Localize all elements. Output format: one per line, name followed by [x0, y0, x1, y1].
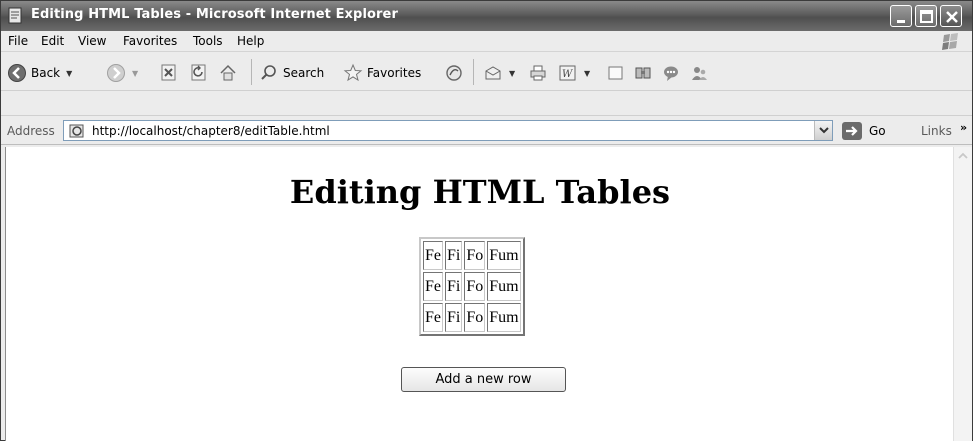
ie-page-icon [8, 7, 22, 24]
toolbar-separator [473, 59, 474, 85]
menu-favorites[interactable]: Favorites [123, 34, 177, 48]
messenger-button[interactable] [661, 62, 681, 84]
discuss-button[interactable] [606, 62, 626, 84]
table-cell: Fum [487, 272, 521, 301]
stop-icon [161, 64, 176, 81]
page-icon [69, 124, 84, 138]
back-dropdown-icon[interactable]: ▼ [66, 69, 72, 78]
table-cell: Fe [423, 241, 443, 270]
search-icon [261, 65, 276, 80]
discuss-icon [608, 66, 623, 80]
buddy-button[interactable] [689, 62, 709, 84]
table-cell: Fe [423, 272, 443, 301]
menu-tools[interactable]: Tools [193, 34, 223, 48]
favorites-button[interactable]: Favorites [343, 62, 421, 84]
forward-button[interactable]: ▼ [106, 62, 138, 84]
table-row: Fe Fi Fo Fum [423, 303, 521, 332]
go-button[interactable]: Go [841, 121, 886, 141]
title-bar: Editing HTML Tables - Microsoft Internet… [1, 1, 972, 31]
edit-button[interactable]: W ▼ [558, 62, 590, 84]
menu-help[interactable]: Help [237, 34, 264, 48]
page-content: Editing HTML Tables Fe Fi Fo Fum Fe Fi Fo Fum Fe… [5, 147, 953, 441]
toolbar-separator [251, 59, 252, 85]
printer-icon [530, 65, 546, 81]
search-label: Search [283, 66, 325, 80]
menu-view[interactable]: View [78, 34, 106, 48]
table-cell: Fi [445, 303, 463, 332]
word-icon: W [559, 65, 576, 81]
close-icon [946, 11, 958, 23]
minimize-button[interactable] [890, 5, 912, 27]
address-label: Address [7, 124, 55, 138]
table-row: Fe Fi Fo Fum [423, 272, 521, 301]
page-heading: Editing HTML Tables [289, 173, 671, 211]
messenger-icon [664, 66, 678, 81]
refresh-icon [191, 64, 206, 81]
windows-logo-icon [942, 33, 958, 50]
maximize-icon [920, 10, 933, 23]
mail-button[interactable]: ▼ [483, 62, 515, 84]
star-icon [343, 63, 363, 82]
research-button[interactable] [633, 62, 653, 84]
menu-bar: File Edit View Favorites Tools Help [1, 31, 972, 52]
table-cell: Fum [487, 303, 521, 332]
table-cell: Fum [487, 241, 521, 270]
menu-edit[interactable]: Edit [41, 34, 64, 48]
edit-dropdown-icon[interactable]: ▼ [584, 69, 590, 78]
back-button[interactable]: Back ▼ [7, 62, 72, 84]
standard-toolbar: Back ▼ ▼ Search Favorites ▼ W ▼ [1, 53, 972, 91]
table-cell: Fo [464, 303, 486, 332]
search-button[interactable]: Search [259, 62, 324, 84]
table-cell: Fi [445, 241, 463, 270]
go-arrow-icon [842, 122, 862, 140]
favorites-label: Favorites [367, 66, 422, 80]
chevron-down-icon [819, 127, 829, 134]
browser-window: Editing HTML Tables - Microsoft Internet… [0, 0, 973, 441]
data-table: Fe Fi Fo Fum Fe Fi Fo Fum Fe Fi Fo Fum [419, 237, 525, 336]
forward-dropdown-icon[interactable]: ▼ [132, 69, 138, 78]
refresh-button[interactable] [189, 62, 209, 84]
home-icon [220, 64, 236, 81]
address-bar: Address http://localhost/chapter8/editTa… [1, 115, 972, 145]
svg-text:W: W [562, 69, 573, 80]
research-icon [635, 67, 651, 79]
mail-icon [485, 66, 501, 80]
address-input[interactable]: http://localhost/chapter8/editTable.html [63, 120, 833, 141]
back-label: Back [31, 66, 61, 80]
chevron-right-icon[interactable]: » [960, 121, 967, 134]
forward-arrow-icon [107, 64, 125, 82]
scroll-up-icon[interactable] [955, 148, 971, 164]
close-button[interactable] [940, 5, 962, 27]
window-title: Editing HTML Tables - Microsoft Internet… [31, 7, 398, 22]
stop-button[interactable] [159, 62, 179, 84]
table-cell: Fo [464, 272, 486, 301]
buddy-icon [692, 67, 707, 80]
table-row: Fe Fi Fo Fum [423, 241, 521, 270]
media-button[interactable] [444, 62, 464, 84]
media-icon [446, 65, 462, 81]
print-button[interactable] [528, 62, 548, 84]
table-cell: Fi [445, 272, 463, 301]
table-cell: Fe [423, 303, 443, 332]
maximize-button[interactable] [915, 5, 937, 27]
minimize-icon [897, 20, 905, 23]
links-label[interactable]: Links [921, 124, 952, 138]
home-button[interactable] [218, 62, 238, 84]
go-label: Go [869, 124, 886, 138]
mail-dropdown-icon[interactable]: ▼ [509, 69, 515, 78]
address-url: http://localhost/chapter8/editTable.html [92, 124, 330, 138]
table-cell: Fo [464, 241, 486, 270]
menu-file[interactable]: File [8, 34, 28, 48]
add-row-button[interactable]: Add a new row [401, 367, 566, 392]
back-arrow-icon [8, 64, 26, 82]
address-dropdown-button[interactable] [814, 121, 832, 140]
vertical-scrollbar[interactable] [953, 147, 972, 441]
